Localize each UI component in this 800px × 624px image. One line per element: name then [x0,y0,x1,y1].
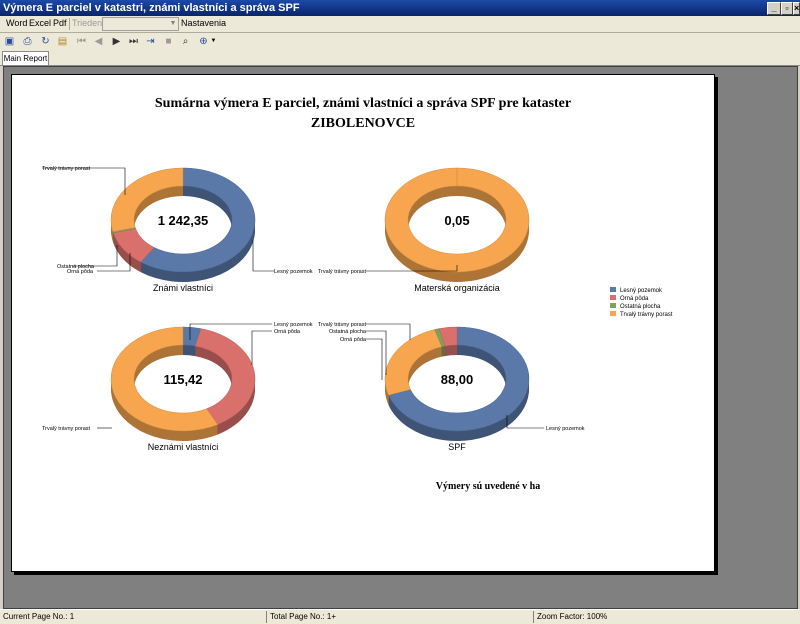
report-subtitle: ZIBOLENOVCE [311,116,415,131]
chart-total-label: 1 242,35 [158,213,209,228]
legend-label: Lesný pozemok [620,288,663,294]
chart-title: Materská organizácia [414,283,500,293]
chart-title: Neznámi vlastníci [148,442,219,452]
export-icon[interactable]: ▣ [3,35,16,48]
close-button[interactable]: × [793,2,800,15]
chevron-down-icon: ▼ [169,20,177,27]
status-current-page: Current Page No.: 1 [3,612,75,621]
report-footnote: Výmery sú uvedené v ha [436,481,540,492]
report-charts: Sumárna výmera E parciel, známi vlastníc… [42,96,673,492]
sort-combo[interactable]: ▼ [102,17,179,31]
report-title: Sumárna výmera E parciel, známi vlastníc… [155,96,571,111]
menu-excel[interactable]: Excel [29,18,51,28]
group-tree-icon[interactable]: ▤ [56,35,69,48]
refresh-icon[interactable]: ↻ [39,35,52,48]
window-title: Výmera E parciel v katastri, známi vlast… [3,2,300,14]
callout-label: Orná pôda [67,269,94,275]
callout-label: Trvalý trávny porast [318,269,367,275]
callout-label: Trvalý trávny porast [318,322,367,328]
leader-line [252,240,274,272]
status-bar: Current Page No.: 1 Total Page No.: 1+ Z… [0,609,800,624]
donut-slice [384,329,443,396]
callout-label: Orná pôda [340,337,367,343]
title-bar: Výmera E parciel v katastri, známi vlast… [0,0,800,16]
minimize-button[interactable]: _ [767,2,781,15]
tab-main-report[interactable]: Main Report [2,51,49,65]
legend-swatch [610,311,616,316]
menu-word[interactable]: Word [6,18,27,28]
toolbar: ▣ ⎙ ↻ ▤ ⏮ ◀ ▶ ⏭ ⇥ ■ ⌕ ⊕ ▼ [0,33,800,50]
callout-label: Lesný pozemok [546,426,585,432]
menu-pdf[interactable]: Pdf [53,18,67,28]
legend-swatch [610,303,616,308]
menu-separator [69,18,70,30]
donut-chart: 0,05 Materská organizácia [384,167,530,293]
legend-label: Trvalý trávny porast [620,312,673,318]
tab-row [0,50,800,66]
legend: Lesný pozemok Orná pôda Ostatná plocha Trva… [610,287,673,318]
leader-line [72,245,118,267]
restore-button[interactable]: ▫ [781,2,793,15]
zoom-dropdown-icon[interactable]: ▼ [207,35,220,48]
callout-label: Lesný pozemok [274,322,313,328]
leader-line [366,323,411,340]
callout-label: Orná pôda [274,329,301,335]
callout-label: Ostatná plocha [329,329,367,335]
menu-settings[interactable]: Nastavenia [181,18,226,28]
report-page: Sumárna výmera E parciel, známi vlastníc… [11,74,715,572]
leader-line [42,167,126,195]
status-divider [266,611,267,623]
legend-swatch [610,287,616,292]
status-divider [533,611,534,623]
legend-swatch [610,295,616,300]
donut-chart: 1 242,35 Známi vlastníci [110,167,256,293]
goto-page-icon[interactable]: ⇥ [144,35,157,48]
first-page-icon[interactable]: ⏮ [75,35,88,48]
search-icon[interactable]: ⌕ [179,35,192,48]
chart-total-label: 0,05 [444,213,469,228]
chart-title: Známi vlastníci [153,283,213,293]
print-icon[interactable]: ⎙ [21,35,34,48]
chart-title: SPF [448,442,466,452]
legend-label: Orná pôda [620,296,649,302]
callout-label: Trvalý trávny porast [42,426,91,432]
legend-label: Ostatná plocha [620,304,661,310]
leader-line [251,330,272,365]
prev-page-icon[interactable]: ◀ [92,35,105,48]
leader-line [366,330,387,375]
status-total-page: Total Page No.: 1+ [270,612,337,621]
callout-label: Lesný pozemok [274,269,313,275]
donut-chart: 115,42 Neznámi vlastníci [110,326,256,452]
callout-label: Trvalý trávny porast [42,166,91,172]
last-page-icon[interactable]: ⏭ [127,35,140,48]
next-page-icon[interactable]: ▶ [110,35,123,48]
leader-line [366,338,383,380]
chart-total-label: 88,00 [441,372,474,387]
stop-icon[interactable]: ■ [162,35,175,48]
donut-chart: 88,00 SPF [384,326,530,452]
chart-total-label: 115,42 [163,372,202,387]
status-zoom: Zoom Factor: 100% [537,612,608,621]
